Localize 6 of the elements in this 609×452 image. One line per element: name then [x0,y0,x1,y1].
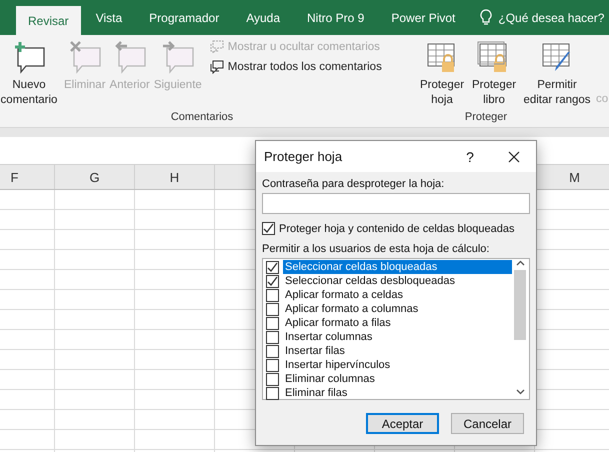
group-label: Proteger [464,111,508,125]
group-label: Comentarios [170,111,234,125]
dialog-title: Proteger hoja [264,149,344,164]
permissions-label: Permitir a los usuarios de esta hoja de cálculo: [262,243,490,255]
password-label: Contraseña para desproteger la hoja: [262,178,446,190]
ribbon-label: co [596,93,608,105]
